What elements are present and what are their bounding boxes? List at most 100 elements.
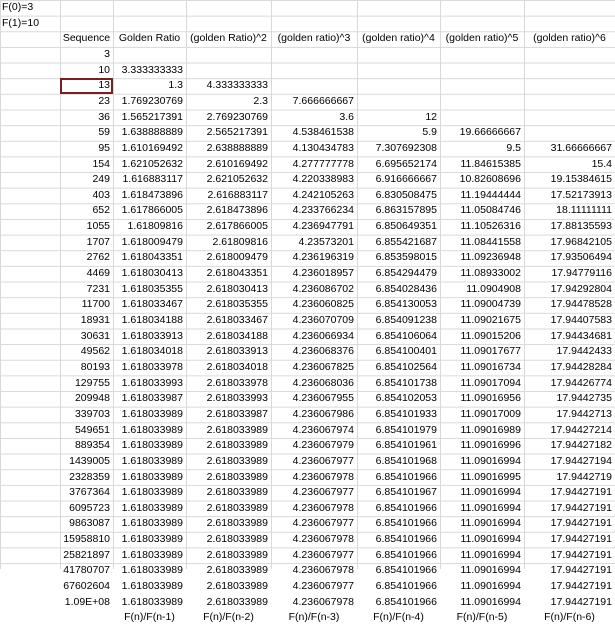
ratio-cell[interactable]: 4.236067978: [271, 470, 357, 486]
ratio-cell[interactable]: 6.830508475: [357, 188, 440, 204]
ratio-cell[interactable]: 1.618033987: [113, 391, 186, 407]
sequence-cell[interactable]: 15958810: [60, 532, 113, 548]
ratio-cell[interactable]: 17.94428284: [524, 360, 615, 376]
ratio-cell[interactable]: 2.618033913: [186, 344, 271, 360]
ratio-cell[interactable]: 1.618034018: [113, 344, 186, 360]
ratio-cell[interactable]: 2.621052632: [186, 172, 271, 188]
ratio-cell[interactable]: 6.854101933: [357, 407, 440, 423]
ratio-cell[interactable]: [524, 125, 615, 141]
sequence-cell[interactable]: 25821897: [60, 548, 113, 564]
ratio-cell[interactable]: 11.09016994: [440, 454, 524, 470]
ratio-cell[interactable]: 4.242105263: [271, 188, 357, 204]
column-header-cell[interactable]: (golden ratio)^6: [524, 31, 615, 47]
ratio-cell[interactable]: 2.61809816: [186, 235, 271, 251]
ratio-cell[interactable]: 11.09236948: [440, 250, 524, 266]
ratio-cell[interactable]: 17.94427191: [524, 563, 615, 579]
ratio-cell[interactable]: 4.333333333: [186, 78, 271, 94]
ratio-cell[interactable]: 1.618033989: [113, 423, 186, 439]
ratio-cell[interactable]: 11.09016994: [440, 532, 524, 548]
sequence-cell[interactable]: 49562: [60, 344, 113, 360]
ratio-cell[interactable]: 4.236067977: [271, 485, 357, 501]
ratio-cell[interactable]: 11.09016995: [440, 470, 524, 486]
formula-label-cell[interactable]: F(n)/F(n-4): [357, 610, 440, 626]
ratio-cell[interactable]: [113, 47, 186, 63]
sequence-cell[interactable]: 9863087: [60, 516, 113, 532]
ratio-cell[interactable]: 11.08933002: [440, 266, 524, 282]
ratio-cell[interactable]: 4.236066934: [271, 329, 357, 345]
ratio-cell[interactable]: 6.854101966: [357, 516, 440, 532]
column-header-cell[interactable]: (golden ratio)^5: [440, 31, 524, 47]
ratio-cell[interactable]: 11.05084746: [440, 203, 524, 219]
ratio-cell[interactable]: 17.52173913: [524, 188, 615, 204]
ratio-cell[interactable]: 4.236067977: [271, 516, 357, 532]
sequence-cell[interactable]: 41780707: [60, 563, 113, 579]
ratio-cell[interactable]: 17.88135593: [524, 219, 615, 235]
ratio-cell[interactable]: 11.09016989: [440, 423, 524, 439]
ratio-cell[interactable]: 2.616883117: [186, 188, 271, 204]
sequence-cell[interactable]: 403: [60, 188, 113, 204]
sequence-cell[interactable]: 59: [60, 125, 113, 141]
ratio-cell[interactable]: 2.618035355: [186, 297, 271, 313]
ratio-cell[interactable]: 17.94292804: [524, 282, 615, 298]
ratio-cell[interactable]: 4.236067825: [271, 360, 357, 376]
ratio-cell[interactable]: 11.09016734: [440, 360, 524, 376]
formula-label-cell[interactable]: F(n)/F(n-1): [113, 610, 186, 626]
ratio-cell[interactable]: [524, 94, 615, 110]
sequence-cell[interactable]: 1707: [60, 235, 113, 251]
sequence-cell[interactable]: 36: [60, 110, 113, 126]
ratio-cell[interactable]: 6.854101967: [357, 485, 440, 501]
ratio-cell[interactable]: 2.618033467: [186, 313, 271, 329]
ratio-cell[interactable]: 17.9442719: [524, 470, 615, 486]
ratio-cell[interactable]: 2.618033989: [186, 454, 271, 470]
sequence-cell[interactable]: 249: [60, 172, 113, 188]
ratio-cell[interactable]: 6.854101966: [357, 501, 440, 517]
ratio-cell[interactable]: 4.130434783: [271, 141, 357, 157]
sequence-cell[interactable]: 4469: [60, 266, 113, 282]
ratio-cell[interactable]: 11.09017677: [440, 344, 524, 360]
ratio-cell[interactable]: 1.618033989: [113, 454, 186, 470]
sequence-cell[interactable]: 18931: [60, 313, 113, 329]
sequence-cell[interactable]: 1439005: [60, 454, 113, 470]
ratio-cell[interactable]: 6.695652174: [357, 157, 440, 173]
ratio-cell[interactable]: 2.618033993: [186, 391, 271, 407]
selected-cell[interactable]: 13: [60, 78, 113, 94]
sequence-cell[interactable]: 6095723: [60, 501, 113, 517]
ratio-cell[interactable]: 1.618033989: [113, 548, 186, 564]
ratio-cell[interactable]: [524, 63, 615, 79]
sequence-cell[interactable]: 209948: [60, 391, 113, 407]
note-cell[interactable]: F(1)=10: [2, 16, 39, 32]
ratio-cell[interactable]: 11.09016996: [440, 438, 524, 454]
ratio-cell[interactable]: 11.08441558: [440, 235, 524, 251]
spreadsheet-grid[interactable]: F(0)=3 F(1)=10 Sequence Golden Ratio (golden…: [0, 0, 615, 623]
ratio-cell[interactable]: [440, 63, 524, 79]
ratio-cell[interactable]: 1.61809816: [113, 219, 186, 235]
ratio-cell[interactable]: 17.94779116: [524, 266, 615, 282]
column-header-cell[interactable]: (golden ratio)^4: [357, 31, 440, 47]
ratio-cell[interactable]: 1.618033467: [113, 297, 186, 313]
ratio-cell[interactable]: 11.0904908: [440, 282, 524, 298]
sequence-cell[interactable]: 2762: [60, 250, 113, 266]
sequence-cell[interactable]: 652: [60, 203, 113, 219]
ratio-cell[interactable]: 1.769230769: [113, 94, 186, 110]
ratio-cell[interactable]: 2.618033989: [186, 595, 271, 611]
ratio-cell[interactable]: 6.854101966: [357, 532, 440, 548]
ratio-cell[interactable]: 2.618033989: [186, 516, 271, 532]
ratio-cell[interactable]: 6.854106064: [357, 329, 440, 345]
ratio-cell[interactable]: 11.10526316: [440, 219, 524, 235]
ratio-cell[interactable]: 6.854101738: [357, 376, 440, 392]
ratio-cell[interactable]: 6.916666667: [357, 172, 440, 188]
ratio-cell[interactable]: 17.94427191: [524, 532, 615, 548]
ratio-cell[interactable]: [524, 78, 615, 94]
ratio-cell[interactable]: 4.538461538: [271, 125, 357, 141]
ratio-cell[interactable]: [440, 94, 524, 110]
sequence-cell[interactable]: 95: [60, 141, 113, 157]
sequence-cell[interactable]: 80193: [60, 360, 113, 376]
ratio-cell[interactable]: 12: [357, 110, 440, 126]
ratio-cell[interactable]: 7.666666667: [271, 94, 357, 110]
ratio-cell[interactable]: 4.236067979: [271, 438, 357, 454]
formula-label-cell[interactable]: F(n)/F(n-5): [440, 610, 524, 626]
formula-label-cell[interactable]: F(n)/F(n-2): [186, 610, 271, 626]
ratio-cell[interactable]: 6.854101966: [357, 595, 440, 611]
ratio-cell[interactable]: 4.236070709: [271, 313, 357, 329]
ratio-cell[interactable]: [186, 47, 271, 63]
